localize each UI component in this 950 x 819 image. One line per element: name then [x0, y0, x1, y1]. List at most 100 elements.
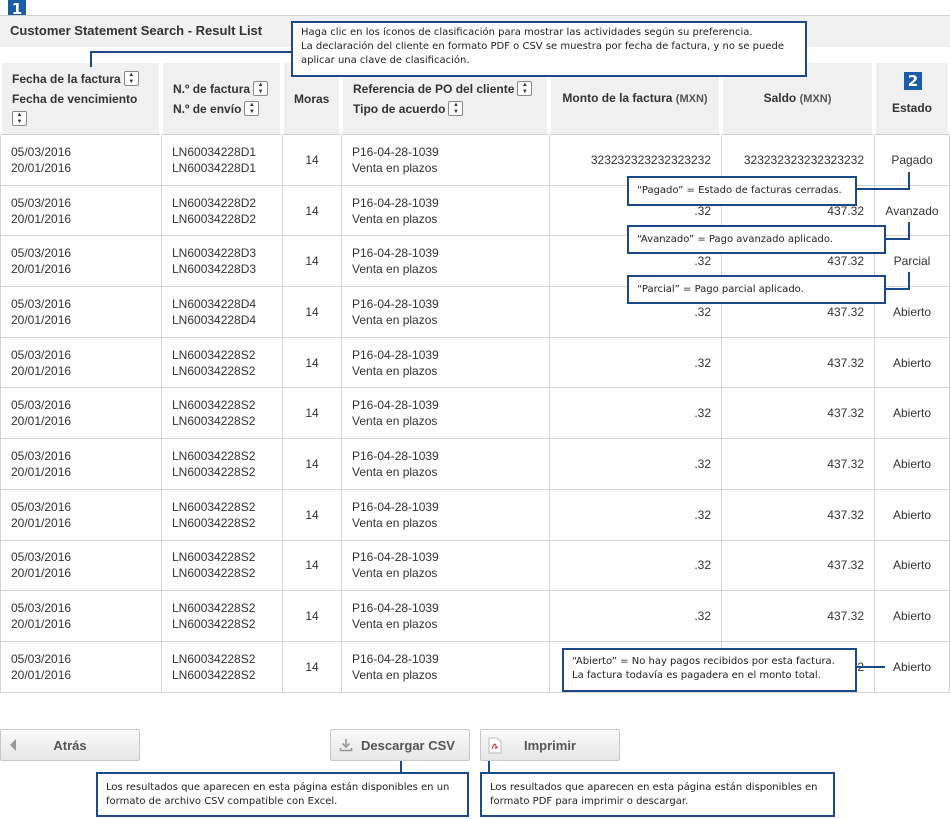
cell-invoice-no: LN60034228S2 LN60034228S2 [161, 337, 282, 389]
cell-po: P16-04-28-1039 Venta en plazos [341, 540, 549, 592]
cell-late: 14 [282, 135, 341, 186]
cell-po: P16-04-28-1039 Venta en plazos [341, 489, 549, 541]
sort-note: Haga clic en los íconos de clasificación… [291, 21, 807, 77]
cell-balance: 437.32 [721, 439, 874, 490]
cell-amount: .32 [549, 540, 721, 592]
cell-amount: .32 [549, 337, 721, 389]
cell-po: P16-04-28-1039 Venta en plazos [341, 641, 549, 693]
sort-icon[interactable] [517, 80, 533, 96]
callout-line [90, 51, 292, 53]
cell-late: 14 [282, 287, 341, 338]
cell-status: Abierto [874, 641, 950, 693]
cell-dates: 05/03/2016 20/01/2016 [0, 337, 161, 389]
cell-late: 14 [282, 185, 341, 237]
status-note-abierto: “Abierto” = No hay pagos recibidos por e… [562, 648, 857, 692]
table-row: 05/03/2016 20/01/2016 LN60034228S2 LN600342… [0, 591, 950, 642]
header-invoice-date: Fecha de la factura Fecha de vencimiento [0, 63, 161, 135]
cell-po: P16-04-28-1039 Venta en plazos [341, 185, 549, 237]
cell-invoice-no: LN60034228S2 LN60034228S2 [161, 489, 282, 541]
table-row: 05/03/2016 20/01/2016 LN60034228S2 LN600342… [0, 540, 950, 592]
callout-line [908, 272, 910, 289]
table-row: 05/03/2016 20/01/2016 LN60034228S2 LN600342… [0, 439, 950, 490]
cell-status: Abierto [874, 489, 950, 541]
sort-icon[interactable] [253, 80, 269, 96]
cell-invoice-no: LN60034228D1 LN60034228D1 [161, 135, 282, 186]
sort-icon[interactable] [12, 110, 27, 126]
cell-invoice-no: LN60034228S2 LN60034228S2 [161, 388, 282, 440]
cell-balance: 437.32 [721, 591, 874, 642]
cell-status: Abierto [874, 439, 950, 490]
cell-balance: 437.32 [721, 337, 874, 389]
cell-po: P16-04-28-1039 Venta en plazos [341, 287, 549, 338]
callout-line [855, 666, 885, 668]
cell-invoice-no: LN60034228S2 LN60034228S2 [161, 641, 282, 693]
cell-late: 14 [282, 236, 341, 288]
callout-line [908, 172, 910, 189]
cell-dates: 05/03/2016 20/01/2016 [0, 236, 161, 288]
callout-line [908, 222, 910, 239]
cell-dates: 05/03/2016 20/01/2016 [0, 540, 161, 592]
print-button[interactable]: Imprimir [480, 729, 620, 761]
sort-icon[interactable] [448, 100, 464, 116]
cell-late: 14 [282, 591, 341, 642]
download-icon [339, 738, 353, 755]
cell-status: Abierto [874, 591, 950, 642]
cell-dates: 05/03/2016 20/01/2016 [0, 439, 161, 490]
table-row: 05/03/2016 20/01/2016 LN60034228S2 LN600342… [0, 388, 950, 440]
cell-late: 14 [282, 540, 341, 592]
cell-amount: .32 [549, 388, 721, 440]
cell-amount: .32 [549, 489, 721, 541]
cell-dates: 05/03/2016 20/01/2016 [0, 135, 161, 186]
cell-status: Abierto [874, 337, 950, 389]
back-button[interactable]: Atrás [0, 729, 140, 761]
cell-po: P16-04-28-1039 Venta en plazos [341, 388, 549, 440]
pdf-icon [488, 737, 502, 757]
cell-po: P16-04-28-1039 Venta en plazos [341, 439, 549, 490]
results-table: Fecha de la factura Fecha de vencimiento… [0, 63, 950, 693]
cell-late: 14 [282, 641, 341, 693]
page-title: Customer Statement Search - Result List [10, 23, 263, 38]
status-note-pagado: “Pagado” = Estado de facturas cerradas. [627, 176, 857, 206]
sort-icon[interactable] [244, 100, 260, 116]
pdf-note: Los resultados que aparecen en esta pági… [480, 772, 835, 817]
cell-late: 14 [282, 337, 341, 389]
table-row: 05/03/2016 20/01/2016 LN60034228S2 LN600342… [0, 337, 950, 389]
cell-status: Pagado [874, 135, 950, 186]
cell-invoice-no: LN60034228S2 LN60034228S2 [161, 540, 282, 592]
cell-po: P16-04-28-1039 Venta en plazos [341, 591, 549, 642]
cell-balance: 437.32 [721, 489, 874, 541]
header-invoice-no: N.º de factura N.º de envío [161, 63, 282, 135]
sort-icon[interactable] [123, 70, 139, 86]
cell-invoice-no: LN60034228D3 LN60034228D3 [161, 236, 282, 288]
cell-balance: 437.32 [721, 388, 874, 440]
csv-note: Los resultados que aparecen en esta pági… [96, 772, 469, 817]
download-csv-button[interactable]: Descargar CSV [330, 729, 470, 761]
cell-status: Abierto [874, 540, 950, 592]
cell-invoice-no: LN60034228S2 LN60034228S2 [161, 591, 282, 642]
cell-invoice-no: LN60034228D4 LN60034228D4 [161, 287, 282, 338]
cell-po: P16-04-28-1039 Venta en plazos [341, 337, 549, 389]
cell-late: 14 [282, 489, 341, 541]
cell-late: 14 [282, 388, 341, 440]
cell-dates: 05/03/2016 20/01/2016 [0, 591, 161, 642]
cell-invoice-no: LN60034228S2 LN60034228S2 [161, 439, 282, 490]
cell-invoice-no: LN60034228D2 LN60034228D2 [161, 185, 282, 237]
cell-dates: 05/03/2016 20/01/2016 [0, 489, 161, 541]
status-note-parcial: “Parcial” = Pago parcial aplicado. [627, 275, 886, 304]
table-row: 05/03/2016 20/01/2016 LN60034228S2 LN600342… [0, 489, 950, 541]
arrow-left-icon [8, 738, 18, 755]
cell-dates: 05/03/2016 20/01/2016 [0, 388, 161, 440]
cell-po: P16-04-28-1039 Venta en plazos [341, 135, 549, 186]
marker-2: 2 [904, 72, 922, 90]
callout-line [884, 288, 910, 290]
cell-dates: 05/03/2016 20/01/2016 [0, 185, 161, 237]
cell-amount: .32 [549, 591, 721, 642]
cell-dates: 05/03/2016 20/01/2016 [0, 287, 161, 338]
callout-line [884, 238, 910, 240]
cell-balance: 437.32 [721, 540, 874, 592]
callout-line [90, 51, 92, 67]
cell-late: 14 [282, 439, 341, 490]
cell-amount: .32 [549, 439, 721, 490]
callout-line [855, 188, 910, 190]
cell-dates: 05/03/2016 20/01/2016 [0, 641, 161, 693]
